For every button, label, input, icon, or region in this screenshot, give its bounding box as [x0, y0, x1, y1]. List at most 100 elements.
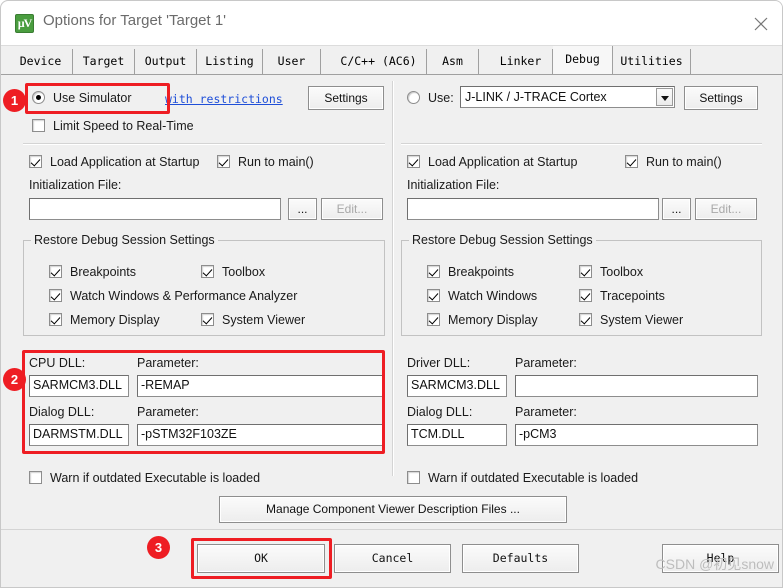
use-driver-label: Use:: [428, 91, 454, 105]
tab-utilities[interactable]: Utilities: [613, 49, 691, 74]
left-browse-button[interactable]: ...: [288, 198, 317, 220]
tab-user[interactable]: User: [263, 49, 321, 74]
right-restore-breakpoints-label: Breakpoints: [448, 265, 515, 279]
use-simulator-label: Use Simulator: [53, 91, 132, 105]
manage-component-viewer-button[interactable]: Manage Component Viewer Description File…: [219, 496, 567, 523]
tab-listing[interactable]: Listing: [197, 49, 263, 74]
left-init-file-input[interactable]: [29, 198, 281, 220]
left-separator: [23, 143, 385, 145]
ok-button[interactable]: OK: [197, 544, 325, 573]
right-load-app-label: Load Application at Startup: [428, 155, 578, 169]
left-restore-watch-checkbox[interactable]: [49, 289, 62, 302]
right-restore-breakpoints-checkbox[interactable]: [427, 265, 440, 278]
left-dialog-param-input[interactable]: -pSTM32F103ZE: [137, 424, 385, 446]
right-restore-memory-label: Memory Display: [448, 313, 538, 327]
panel-divider: [392, 81, 394, 476]
limit-speed-label: Limit Speed to Real-Time: [53, 119, 194, 133]
left-restore-sysview-label: System Viewer: [222, 313, 306, 327]
right-init-file-input[interactable]: [407, 198, 659, 220]
chevron-down-icon[interactable]: [656, 88, 673, 106]
right-restore-toolbox-label: Toolbox: [600, 265, 644, 279]
right-restore-tracepoints-label: Tracepoints: [600, 289, 665, 303]
right-warn-outdated-label: Warn if outdated Executable is loaded: [428, 471, 639, 485]
cpu-param-input[interactable]: -REMAP: [137, 375, 385, 397]
debug-tab-panel: Use Simulator with restrictions Settings…: [1, 74, 782, 587]
cancel-button[interactable]: Cancel: [334, 544, 451, 573]
right-run-to-main-label: Run to main(): [646, 155, 722, 169]
left-restore-toolbox-label: Toolbox: [222, 265, 266, 279]
right-dialog-dll-input[interactable]: TCM.DLL: [407, 424, 507, 446]
use-simulator-radio[interactable]: [32, 91, 45, 104]
left-restore-breakpoints-label: Breakpoints: [70, 265, 137, 279]
tab-asm[interactable]: Asm: [427, 49, 479, 74]
left-load-app-checkbox[interactable]: [29, 155, 42, 168]
right-dialog-dll-label: Dialog DLL:: [407, 405, 473, 419]
use-driver-radio[interactable]: [407, 91, 420, 104]
right-warn-outdated-checkbox[interactable]: [407, 471, 420, 484]
left-restore-watch-label: Watch Windows & Performance Analyzer: [70, 289, 298, 303]
close-icon-svg: [754, 17, 768, 31]
driver-param-input[interactable]: [515, 375, 758, 397]
left-run-to-main-label: Run to main(): [238, 155, 314, 169]
annotation-badge-3: 3: [147, 536, 170, 559]
left-edit-button[interactable]: Edit...: [321, 198, 383, 220]
right-browse-button[interactable]: ...: [662, 198, 691, 220]
right-dialog-param-label: Parameter:: [515, 405, 577, 419]
left-restore-sysview-checkbox[interactable]: [201, 313, 214, 326]
tab-device[interactable]: Device: [9, 49, 73, 74]
left-warn-outdated-checkbox[interactable]: [29, 471, 42, 484]
page-title: Options for Target 'Target 1': [43, 12, 227, 29]
driver-dll-input[interactable]: SARMCM3.DLL: [407, 375, 507, 397]
driver-settings-button[interactable]: Settings: [684, 86, 758, 110]
tab-c-cpp[interactable]: C/C++ (AC6): [331, 49, 427, 74]
tab-strip: Device Target Output Listing User C/C++ …: [1, 45, 782, 75]
right-restore-watch-label: Watch Windows: [448, 289, 538, 303]
annotation-badge-1: 1: [3, 89, 26, 112]
defaults-button[interactable]: Defaults: [462, 544, 579, 573]
driver-select-value: J-LINK / J-TRACE Cortex: [465, 90, 607, 104]
left-dialog-param-label: Parameter:: [137, 405, 199, 419]
left-restore-breakpoints-checkbox[interactable]: [49, 265, 62, 278]
right-separator: [401, 143, 762, 145]
right-init-file-label: Initialization File:: [407, 178, 500, 192]
driver-select[interactable]: J-LINK / J-TRACE Cortex: [460, 86, 675, 108]
right-restore-watch-checkbox[interactable]: [427, 289, 440, 302]
tab-debug[interactable]: Debug: [553, 46, 613, 74]
simulator-settings-button[interactable]: Settings: [308, 86, 384, 110]
left-warn-outdated-label: Warn if outdated Executable is loaded: [50, 471, 261, 485]
tab-output[interactable]: Output: [135, 49, 197, 74]
right-edit-button[interactable]: Edit...: [695, 198, 757, 220]
tab-linker[interactable]: Linker: [489, 49, 553, 74]
help-button[interactable]: Help: [662, 544, 779, 573]
left-dialog-dll-label: Dialog DLL:: [29, 405, 95, 419]
cpu-dll-label: CPU DLL:: [29, 356, 86, 370]
left-run-to-main-checkbox[interactable]: [217, 155, 230, 168]
right-dialog-param-input[interactable]: -pCM3: [515, 424, 758, 446]
right-restore-toolbox-checkbox[interactable]: [579, 265, 592, 278]
uvision-logo-icon: µV: [15, 14, 34, 33]
right-load-app-checkbox[interactable]: [407, 155, 420, 168]
left-restore-memory-checkbox[interactable]: [49, 313, 62, 326]
left-dialog-dll-input[interactable]: DARMSTM.DLL: [29, 424, 129, 446]
title-bar: µV Options for Target 'Target 1': [1, 1, 782, 45]
cpu-dll-input[interactable]: SARMCM3.DLL: [29, 375, 129, 397]
with-restrictions-link[interactable]: with restrictions: [165, 92, 283, 106]
right-restore-sysview-checkbox[interactable]: [579, 313, 592, 326]
right-restore-memory-checkbox[interactable]: [427, 313, 440, 326]
right-restore-group-title: Restore Debug Session Settings: [409, 233, 596, 247]
driver-param-label: Parameter:: [515, 356, 577, 370]
uvision-logo-glyph: µV: [17, 16, 33, 30]
left-init-file-label: Initialization File:: [29, 178, 122, 192]
left-restore-toolbox-checkbox[interactable]: [201, 265, 214, 278]
left-restore-group-title: Restore Debug Session Settings: [31, 233, 218, 247]
right-restore-tracepoints-checkbox[interactable]: [579, 289, 592, 302]
right-restore-sysview-label: System Viewer: [600, 313, 684, 327]
annotation-badge-2: 2: [3, 368, 26, 391]
driver-dll-label: Driver DLL:: [407, 356, 471, 370]
close-icon[interactable]: [738, 1, 782, 45]
tab-target[interactable]: Target: [73, 49, 135, 74]
right-run-to-main-checkbox[interactable]: [625, 155, 638, 168]
dialog-footer: OK Cancel Defaults Help 3 CSDN @初见snow: [1, 529, 782, 587]
limit-speed-checkbox[interactable]: [32, 119, 45, 132]
left-load-app-label: Load Application at Startup: [50, 155, 200, 169]
